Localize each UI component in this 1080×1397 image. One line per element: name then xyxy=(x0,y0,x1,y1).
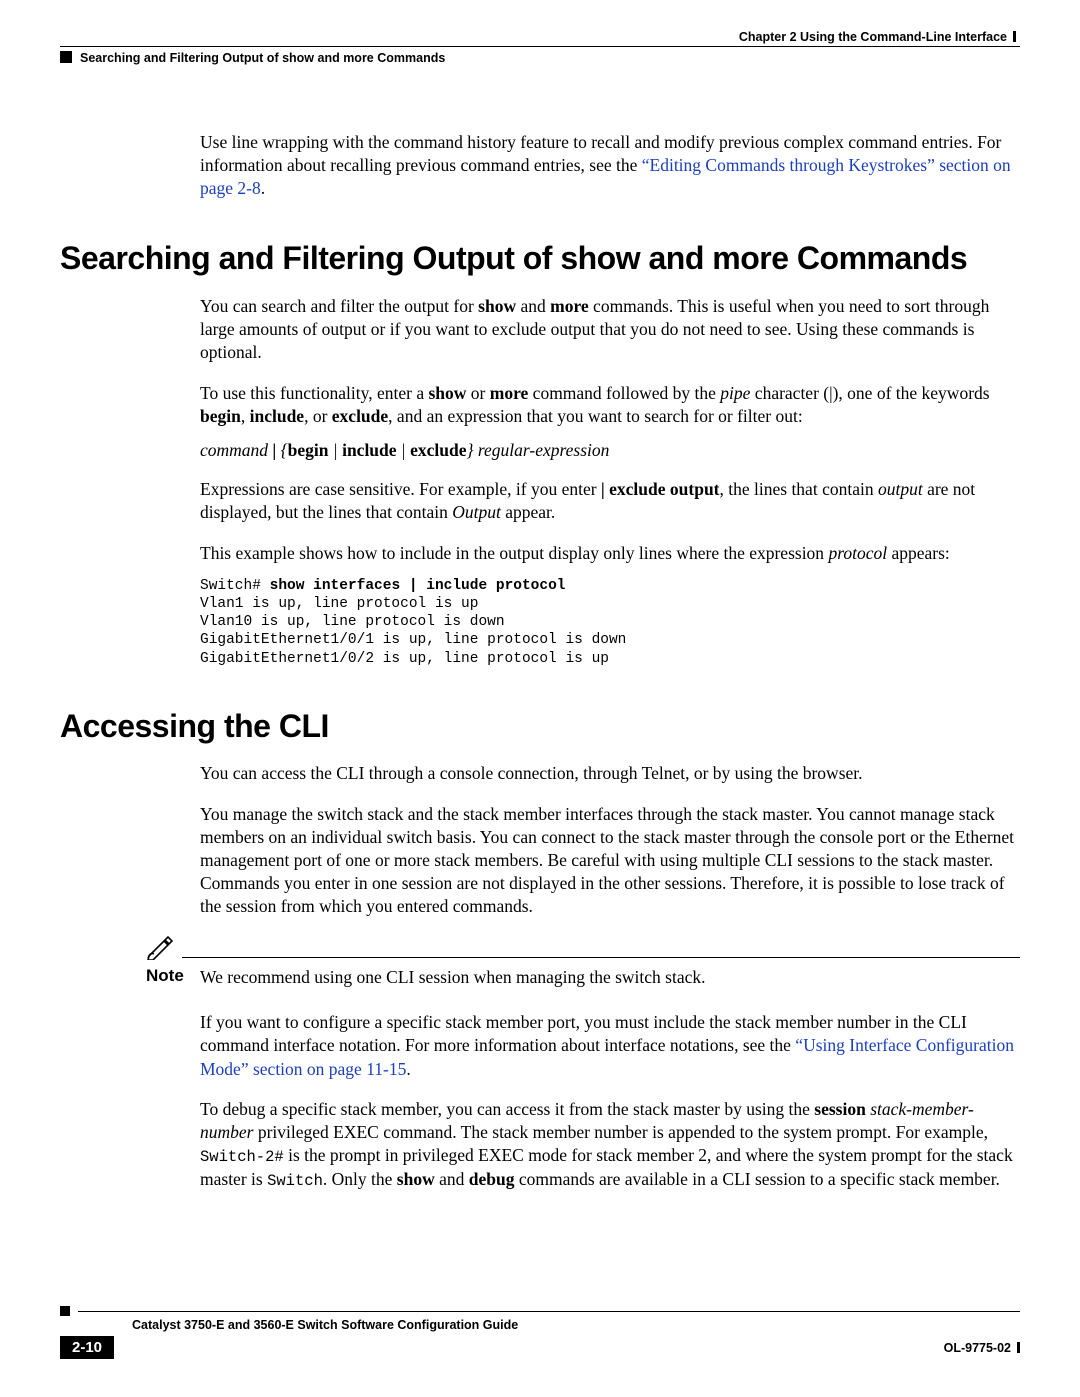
intro-paragraph: Use line wrapping with the command histo… xyxy=(200,131,1020,200)
s1-paragraph-4: This example shows how to include in the… xyxy=(200,542,1020,565)
s2-paragraph-3: If you want to configure a specific stac… xyxy=(200,1011,1020,1080)
s1-paragraph-1: You can search and filter the output for… xyxy=(200,295,1020,364)
section-label: Searching and Filtering Output of show a… xyxy=(80,51,445,65)
s1-paragraph-3: Expressions are case sensitive. For exam… xyxy=(200,478,1020,524)
s2-paragraph-2: You manage the switch stack and the stac… xyxy=(200,803,1020,918)
footer-guide-title: Catalyst 3750-E and 3560-E Switch Softwa… xyxy=(60,1316,1020,1332)
note-rule xyxy=(182,957,1020,958)
syntax-line: command | {begin | include | exclude} re… xyxy=(200,440,1020,461)
s2-paragraph-1: You can access the CLI through a console… xyxy=(200,762,1020,785)
s1-paragraph-2: To use this functionality, enter a show … xyxy=(200,382,1020,428)
code-block: Switch# show interfaces | include protoc… xyxy=(200,577,1020,668)
note-text: We recommend using one CLI session when … xyxy=(200,966,706,989)
s2-paragraph-4: To debug a specific stack member, you ca… xyxy=(200,1098,1020,1191)
note-label: Note xyxy=(146,966,200,989)
page-number: 2-10 xyxy=(60,1336,114,1359)
intro-text-end: . xyxy=(261,178,265,198)
note-block: Note We recommend using one CLI session … xyxy=(146,936,1020,989)
chapter-label: Chapter 2 Using the Command-Line Interfa… xyxy=(739,30,1007,44)
footer-doc-id: OL-9775-02 xyxy=(944,1341,1020,1355)
note-pen-icon xyxy=(146,936,182,960)
footer-square-icon xyxy=(60,1306,70,1316)
header-bar-icon xyxy=(1013,31,1016,42)
footer-rule xyxy=(78,1311,1020,1312)
footer-bar-icon xyxy=(1017,1342,1020,1353)
heading-accessing-cli: Accessing the CLI xyxy=(60,708,1020,745)
running-header-right: Chapter 2 Using the Command-Line Interfa… xyxy=(60,30,1020,44)
page-footer: Catalyst 3750-E and 3560-E Switch Softwa… xyxy=(60,1306,1020,1359)
running-header-left: Searching and Filtering Output of show a… xyxy=(60,47,1020,71)
heading-searching-filtering: Searching and Filtering Output of show a… xyxy=(60,240,1020,277)
header-square-icon xyxy=(60,51,72,63)
